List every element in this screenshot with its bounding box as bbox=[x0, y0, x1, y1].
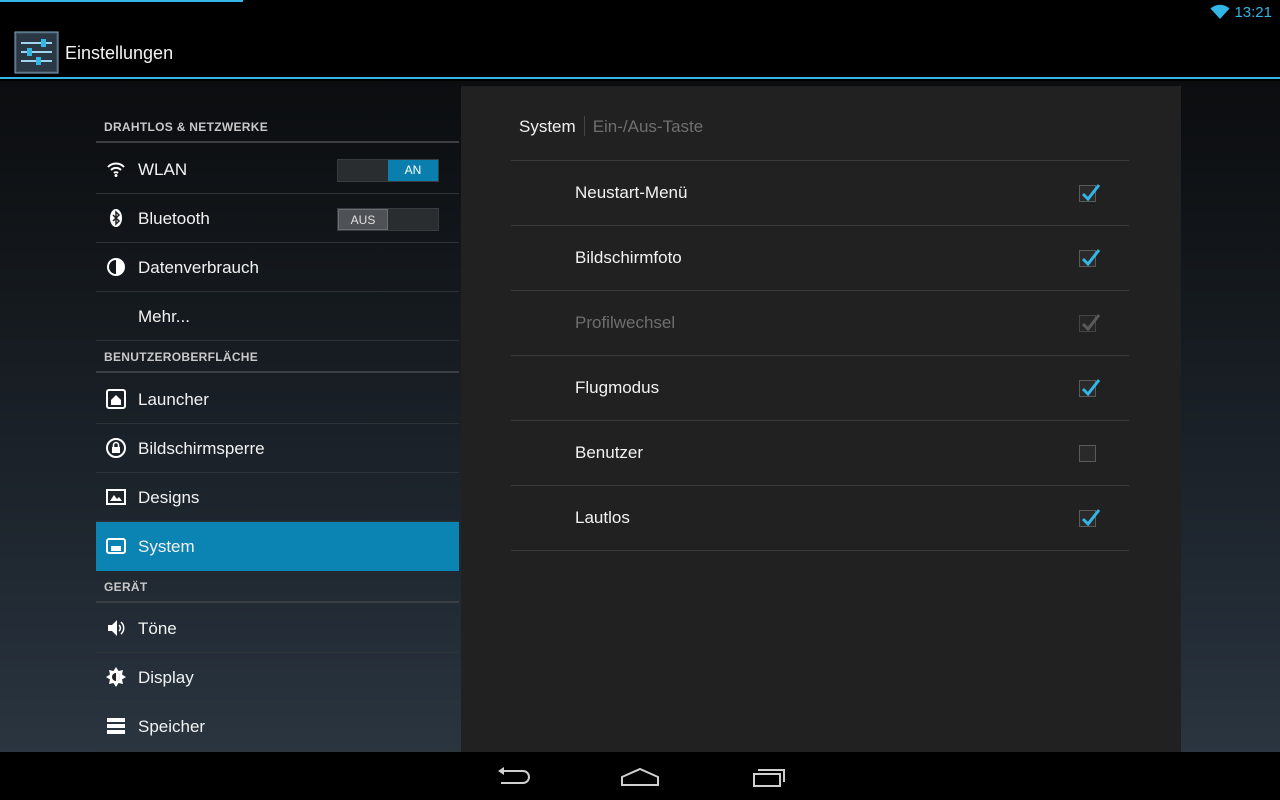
checkmark-icon bbox=[1081, 249, 1101, 267]
sidebar-item-launcher[interactable]: Launcher bbox=[96, 375, 459, 424]
checkbox-benutzer[interactable] bbox=[1079, 445, 1096, 462]
breadcrumb-next[interactable]: Ein-/Aus-Taste bbox=[593, 117, 704, 136]
checkbox-neustart-menu[interactable] bbox=[1079, 184, 1101, 202]
settings-content: DRAHTLOS & NETZWERKE WLAN AN Bluetooth A… bbox=[0, 81, 1280, 752]
sidebar-item-system[interactable]: System bbox=[96, 522, 459, 571]
status-accent-line bbox=[0, 0, 243, 2]
bluetooth-icon bbox=[110, 209, 122, 227]
settings-sliders-icon[interactable] bbox=[14, 31, 59, 74]
option-benutzer[interactable]: Benutzer bbox=[511, 421, 1129, 486]
sidebar-item-display[interactable]: Display bbox=[96, 653, 459, 702]
breadcrumb-separator bbox=[583, 116, 585, 136]
breadcrumb-current[interactable]: System bbox=[519, 117, 576, 136]
navigation-bar bbox=[0, 752, 1280, 800]
home-icon[interactable] bbox=[620, 764, 660, 790]
checkbox-lautlos[interactable] bbox=[1079, 509, 1101, 527]
wlan-toggle[interactable]: AN bbox=[337, 159, 439, 182]
checkmark-icon bbox=[1081, 509, 1101, 527]
sidebar-item-designs[interactable]: Designs bbox=[96, 473, 459, 522]
checkmark-icon bbox=[1081, 379, 1101, 397]
option-bildschirmfoto[interactable]: Bildschirmfoto bbox=[511, 226, 1129, 291]
option-neustart-menu[interactable]: Neustart-Menü bbox=[511, 161, 1129, 226]
themes-icon bbox=[106, 489, 126, 505]
sidebar-item-datenverbrauch[interactable]: Datenverbrauch bbox=[96, 243, 459, 292]
lock-icon bbox=[106, 438, 126, 458]
option-flugmodus[interactable]: Flugmodus bbox=[511, 356, 1129, 421]
launcher-icon bbox=[106, 389, 126, 409]
option-lautlos[interactable]: Lautlos bbox=[511, 486, 1129, 551]
sidebar-item-toene[interactable]: Töne bbox=[96, 604, 459, 653]
data-usage-icon bbox=[107, 258, 125, 276]
storage-icon bbox=[107, 718, 125, 734]
wifi-icon bbox=[107, 162, 125, 177]
section-header-device: GERÄT bbox=[96, 571, 459, 603]
recents-icon[interactable] bbox=[750, 764, 790, 790]
option-profilwechsel: Profilwechsel bbox=[511, 291, 1129, 356]
checkmark-icon bbox=[1081, 184, 1101, 202]
clock: 13:21 bbox=[1234, 4, 1272, 21]
settings-list: DRAHTLOS & NETZWERKE WLAN AN Bluetooth A… bbox=[96, 81, 459, 752]
system-icon bbox=[106, 538, 126, 554]
bluetooth-toggle[interactable]: AUS bbox=[337, 208, 439, 231]
app-title: Einstellungen bbox=[65, 43, 174, 63]
speaker-icon bbox=[108, 620, 125, 636]
section-header-wireless: DRAHTLOS & NETZWERKE bbox=[96, 111, 459, 143]
section-header-ui: BENUTZEROBERFLÄCHE bbox=[96, 341, 459, 373]
brightness-icon bbox=[106, 667, 126, 687]
wifi-icon bbox=[1210, 4, 1230, 19]
status-bar: 13:21 bbox=[0, 0, 1280, 25]
sidebar-item-wlan[interactable]: WLAN AN bbox=[96, 145, 459, 194]
action-bar: Einstellungen bbox=[0, 25, 1280, 79]
checkmark-icon bbox=[1081, 314, 1101, 332]
breadcrumb: System Ein-/Aus-Taste bbox=[519, 116, 703, 137]
sidebar-item-bluetooth[interactable]: Bluetooth AUS bbox=[96, 194, 459, 243]
sidebar-item-mehr[interactable]: Mehr... bbox=[96, 292, 459, 341]
checkbox-flugmodus[interactable] bbox=[1079, 379, 1101, 397]
checkbox-bildschirmfoto[interactable] bbox=[1079, 249, 1101, 267]
sidebar-item-speicher[interactable]: Speicher bbox=[96, 702, 459, 751]
detail-pane: System Ein-/Aus-Taste Neustart-Menü Bilds… bbox=[461, 86, 1181, 752]
sidebar-item-bildschirmsperre[interactable]: Bildschirmsperre bbox=[96, 424, 459, 473]
checkbox-profilwechsel bbox=[1079, 314, 1101, 332]
back-icon[interactable] bbox=[493, 764, 533, 790]
